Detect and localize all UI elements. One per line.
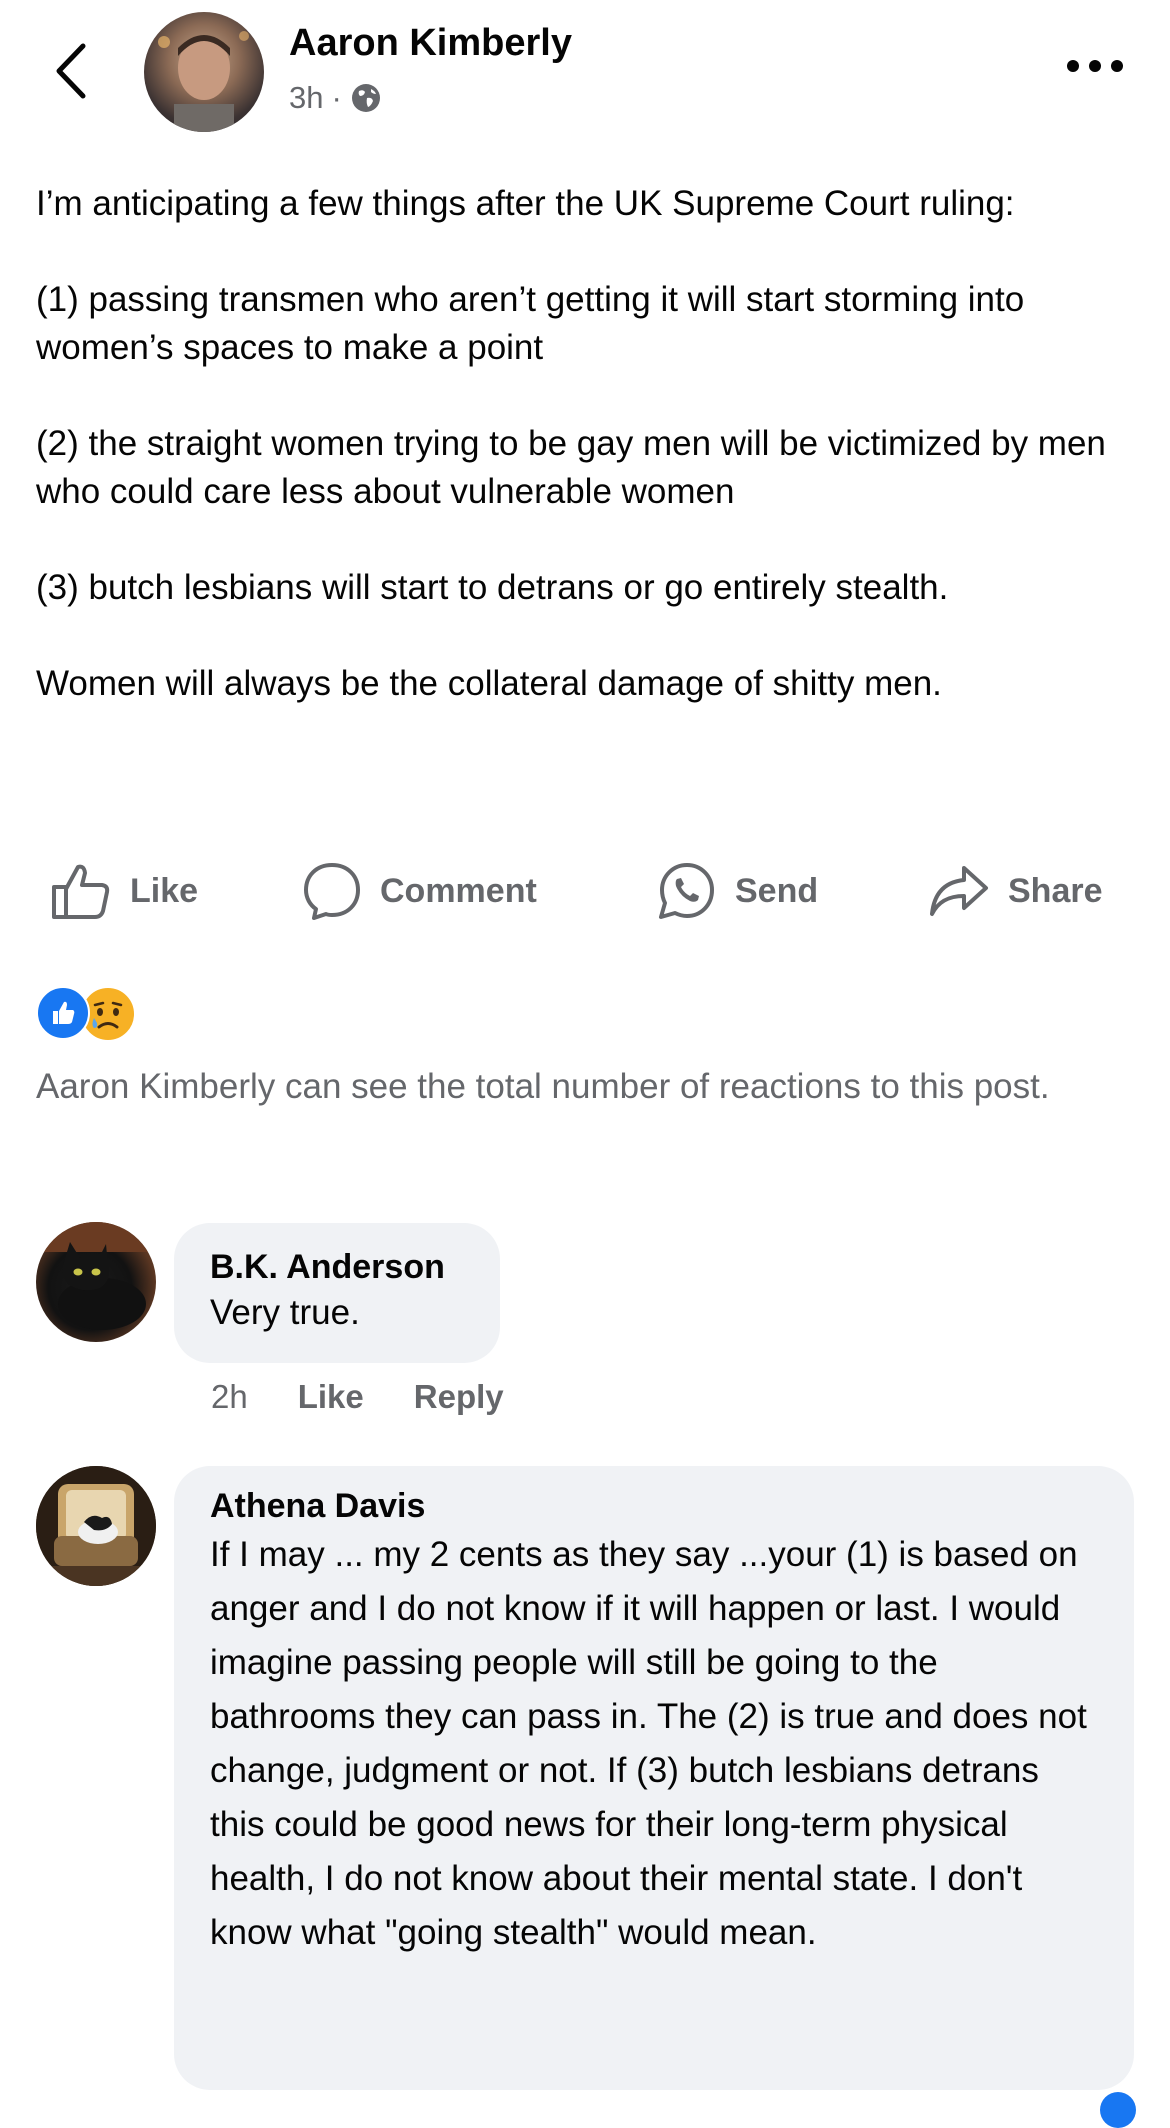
comment-bubble-icon xyxy=(304,863,360,920)
send-label: Send xyxy=(735,871,819,910)
comment-text: If I may ... my 2 cents as they say ...y… xyxy=(210,1535,1087,1952)
author-name[interactable]: Aaron Kimberly xyxy=(289,22,572,65)
post-paragraph: I’m anticipating a few things after the … xyxy=(36,184,1015,223)
post-timestamp[interactable]: 3h xyxy=(289,80,323,116)
share-button[interactable]: Share xyxy=(928,856,1103,926)
meta-separator: · xyxy=(331,80,342,115)
reactions-privacy-note: Aaron Kimberly can see the total number … xyxy=(36,1067,1050,1106)
reaction-summary[interactable] xyxy=(36,986,146,1042)
author-photo xyxy=(158,31,249,132)
more-horizontal-icon xyxy=(1067,60,1123,72)
comment-button[interactable]: Comment xyxy=(302,856,537,926)
more-options-button[interactable] xyxy=(1060,46,1130,86)
commenter-avatar[interactable] xyxy=(36,1222,156,1342)
post-header: Aaron Kimberly 3h · xyxy=(0,0,1170,150)
comment-author[interactable]: Athena Davis xyxy=(210,1484,1098,1528)
post-text: I’m anticipating a few things after the … xyxy=(36,180,1136,708)
comment-like-button[interactable]: Like xyxy=(298,1378,364,1416)
globe-icon xyxy=(351,84,380,112)
send-button[interactable]: Send xyxy=(657,856,818,926)
reaction-badge xyxy=(1100,2092,1136,2128)
share-label: Share xyxy=(1008,871,1103,910)
commenter-avatar[interactable] xyxy=(36,1466,156,1586)
comment-bubble[interactable]: B.K. Anderson Very true. xyxy=(174,1223,500,1363)
comment-text: Very true. xyxy=(210,1293,360,1332)
chevron-left-icon xyxy=(56,43,86,99)
share-arrow-icon xyxy=(930,866,988,916)
post-paragraph: Women will always be the collateral dama… xyxy=(36,664,942,703)
comment-label: Comment xyxy=(380,871,537,910)
like-label: Like xyxy=(130,871,199,910)
author-avatar[interactable] xyxy=(144,12,264,132)
like-reaction-icon xyxy=(36,986,90,1040)
like-button[interactable]: Like xyxy=(50,856,198,926)
comment-actions: 2h Like Reply xyxy=(211,1378,554,1416)
post-meta: 3h · xyxy=(289,80,382,116)
comment-author[interactable]: B.K. Anderson xyxy=(210,1245,464,1289)
comment-bubble[interactable]: Athena Davis If I may ... my 2 cents as … xyxy=(174,1466,1134,2090)
thumbs-up-icon xyxy=(52,864,110,919)
comment-reply-button[interactable]: Reply xyxy=(414,1378,504,1416)
post-paragraph: (2) the straight women trying to be gay … xyxy=(36,424,1106,511)
cat-photo xyxy=(36,1222,156,1330)
whatsapp-icon xyxy=(659,863,714,919)
post-action-bar: Like Comment Send Share xyxy=(0,856,1170,926)
comment-timestamp[interactable]: 2h xyxy=(211,1378,248,1416)
post-paragraph: (1) passing transmen who aren’t getting … xyxy=(36,280,1025,367)
back-button[interactable] xyxy=(40,36,100,106)
post-paragraph: (3) butch lesbians will start to detrans… xyxy=(36,568,949,607)
armchair-cat-photo xyxy=(36,1466,156,1586)
